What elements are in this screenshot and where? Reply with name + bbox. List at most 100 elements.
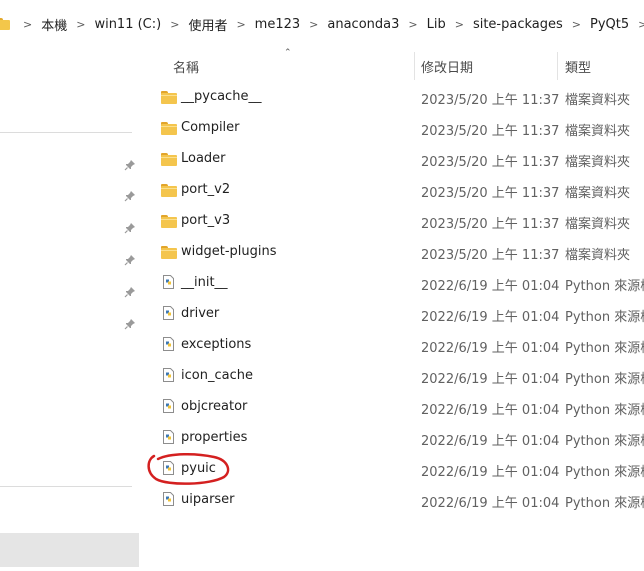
file-modified-date: 2022/6/19 上午 01:04 xyxy=(421,403,560,418)
file-row-pyuic[interactable]: pyuic 2022/6/19 上午 01:04 Python 來源檔 xyxy=(150,454,644,485)
breadcrumb-item[interactable]: PyQt5 xyxy=(590,17,629,32)
file-modified-date: 2023/5/20 上午 11:37 xyxy=(421,93,560,108)
nav-selected-item[interactable] xyxy=(0,533,139,567)
breadcrumb-separator[interactable]: > xyxy=(236,18,245,31)
breadcrumb-item[interactable]: anaconda3 xyxy=(327,17,399,32)
file-type: Python 來源檔 xyxy=(565,465,644,480)
file-row-widget-plugins[interactable]: widget-plugins 2023/5/20 上午 11:37 檔案資料夾 xyxy=(150,237,644,268)
file-row-pycache[interactable]: __pycache__ 2023/5/20 上午 11:37 檔案資料夾 xyxy=(150,82,644,113)
file-type: 檔案資料夾 xyxy=(565,93,631,108)
file-type: Python 來源檔 xyxy=(565,496,644,511)
file-name: __init__ xyxy=(181,275,228,290)
folder-icon xyxy=(161,246,177,259)
pin-icon xyxy=(124,190,136,202)
file-modified-date: 2022/6/19 上午 01:04 xyxy=(421,372,560,387)
file-modified-date: 2022/6/19 上午 01:04 xyxy=(421,496,560,511)
file-modified-date: 2022/6/19 上午 01:04 xyxy=(421,310,560,325)
breadcrumb-item[interactable]: 本機 xyxy=(41,15,67,34)
file-name: port_v3 xyxy=(181,213,231,228)
folder-icon xyxy=(161,184,177,197)
file-name: Compiler xyxy=(181,120,240,135)
breadcrumb: > 本機 > win11 (C:) > 使用者 > me123 > anaconda3 > Lib > s… xyxy=(0,14,644,34)
address-bar[interactable]: > 本機 > win11 (C:) > 使用者 > me123 > anaconda3 > Lib > s… xyxy=(0,0,644,49)
pin-icon xyxy=(124,254,136,266)
python-file-icon xyxy=(163,492,174,506)
breadcrumb-item[interactable]: win11 (C:) xyxy=(94,17,161,32)
file-name: widget-plugins xyxy=(181,244,277,259)
file-type: Python 來源檔 xyxy=(565,279,644,294)
file-row-objcreator[interactable]: objcreator 2022/6/19 上午 01:04 Python 來源檔 xyxy=(150,392,644,423)
file-row-uiparser[interactable]: uiparser 2022/6/19 上午 01:04 Python 來源檔 xyxy=(150,485,644,516)
file-row-portv3[interactable]: port_v3 2023/5/20 上午 11:37 檔案資料夾 xyxy=(150,206,644,237)
file-name: exceptions xyxy=(181,337,252,352)
file-type: 檔案資料夾 xyxy=(565,248,631,263)
file-name: pyuic xyxy=(181,461,216,476)
sort-ascending-icon: ⌃ xyxy=(284,48,292,58)
file-modified-date: 2023/5/20 上午 11:37 xyxy=(421,124,560,139)
file-row-exceptions[interactable]: exceptions 2022/6/19 上午 01:04 Python 來源檔 xyxy=(150,330,644,361)
file-row-init[interactable]: __init__ 2022/6/19 上午 01:04 Python 來源檔 xyxy=(150,268,644,299)
file-name: uiparser xyxy=(181,492,235,507)
column-divider[interactable] xyxy=(414,52,415,80)
folder-icon xyxy=(161,215,177,228)
column-header-type[interactable]: 類型 xyxy=(565,57,591,76)
file-row-iconcache[interactable]: icon_cache 2022/6/19 上午 01:04 Python 來源檔 xyxy=(150,361,644,392)
breadcrumb-separator[interactable]: > xyxy=(170,18,179,31)
navigation-pane xyxy=(0,48,140,571)
file-modified-date: 2023/5/20 上午 11:37 xyxy=(421,217,560,232)
file-modified-date: 2023/5/20 上午 11:37 xyxy=(421,248,560,263)
file-type: 檔案資料夾 xyxy=(565,186,631,201)
nav-divider xyxy=(0,486,132,487)
file-row-compiler[interactable]: Compiler 2023/5/20 上午 11:37 檔案資料夾 xyxy=(150,113,644,144)
file-modified-date: 2022/6/19 上午 01:04 xyxy=(421,434,560,449)
file-row-portv2[interactable]: port_v2 2023/5/20 上午 11:37 檔案資料夾 xyxy=(150,175,644,206)
python-file-icon xyxy=(163,399,174,413)
file-type: 檔案資料夾 xyxy=(565,124,631,139)
file-modified-date: 2022/6/19 上午 01:04 xyxy=(421,341,560,356)
breadcrumb-separator[interactable]: > xyxy=(455,18,464,31)
python-file-icon xyxy=(163,368,174,382)
breadcrumb-separator[interactable]: > xyxy=(572,18,581,31)
breadcrumb-separator[interactable]: > xyxy=(76,18,85,31)
breadcrumb-item[interactable]: Lib xyxy=(427,17,446,32)
column-divider[interactable] xyxy=(557,52,558,80)
file-type: Python 來源檔 xyxy=(565,310,644,325)
python-file-icon xyxy=(163,337,174,351)
file-modified-date: 2023/5/20 上午 11:37 xyxy=(421,186,560,201)
file-type: 檔案資料夾 xyxy=(565,217,631,232)
column-header-date[interactable]: 修改日期 xyxy=(421,57,473,76)
file-row-driver[interactable]: driver 2022/6/19 上午 01:04 Python 來源檔 xyxy=(150,299,644,330)
breadcrumb-separator[interactable]: > xyxy=(638,18,644,31)
breadcrumb-separator[interactable]: > xyxy=(408,18,417,31)
file-type: Python 來源檔 xyxy=(565,434,644,449)
folder-icon xyxy=(161,91,177,104)
python-file-icon xyxy=(163,306,174,320)
nav-divider xyxy=(0,132,132,133)
breadcrumb-item[interactable]: me123 xyxy=(255,17,300,32)
file-type: Python 來源檔 xyxy=(565,403,644,418)
file-modified-date: 2023/5/20 上午 11:37 xyxy=(421,155,560,170)
file-name: Loader xyxy=(181,151,226,166)
breadcrumb-item[interactable]: 使用者 xyxy=(188,15,227,34)
file-row-properties[interactable]: properties 2022/6/19 上午 01:04 Python 來源檔 xyxy=(150,423,644,454)
file-name: __pycache__ xyxy=(181,89,262,104)
breadcrumb-item[interactable]: site-packages xyxy=(473,17,563,32)
file-name: port_v2 xyxy=(181,182,231,197)
pin-icon xyxy=(124,286,136,298)
breadcrumb-separator[interactable]: > xyxy=(23,18,32,31)
breadcrumb-separator[interactable]: > xyxy=(309,18,318,31)
file-name: driver xyxy=(181,306,220,321)
column-header-name[interactable]: 名稱 xyxy=(173,57,199,76)
python-file-icon xyxy=(163,461,174,475)
folder-icon xyxy=(0,18,10,30)
file-type: 檔案資料夾 xyxy=(565,155,631,170)
pin-icon xyxy=(124,159,136,171)
file-type: Python 來源檔 xyxy=(565,372,644,387)
file-row-loader[interactable]: Loader 2023/5/20 上午 11:37 檔案資料夾 xyxy=(150,144,644,175)
file-name: icon_cache xyxy=(181,368,253,383)
file-type: Python 來源檔 xyxy=(565,341,644,356)
pin-icon xyxy=(124,222,136,234)
file-name: properties xyxy=(181,430,248,445)
pin-icon xyxy=(124,318,136,330)
file-modified-date: 2022/6/19 上午 01:04 xyxy=(421,279,560,294)
